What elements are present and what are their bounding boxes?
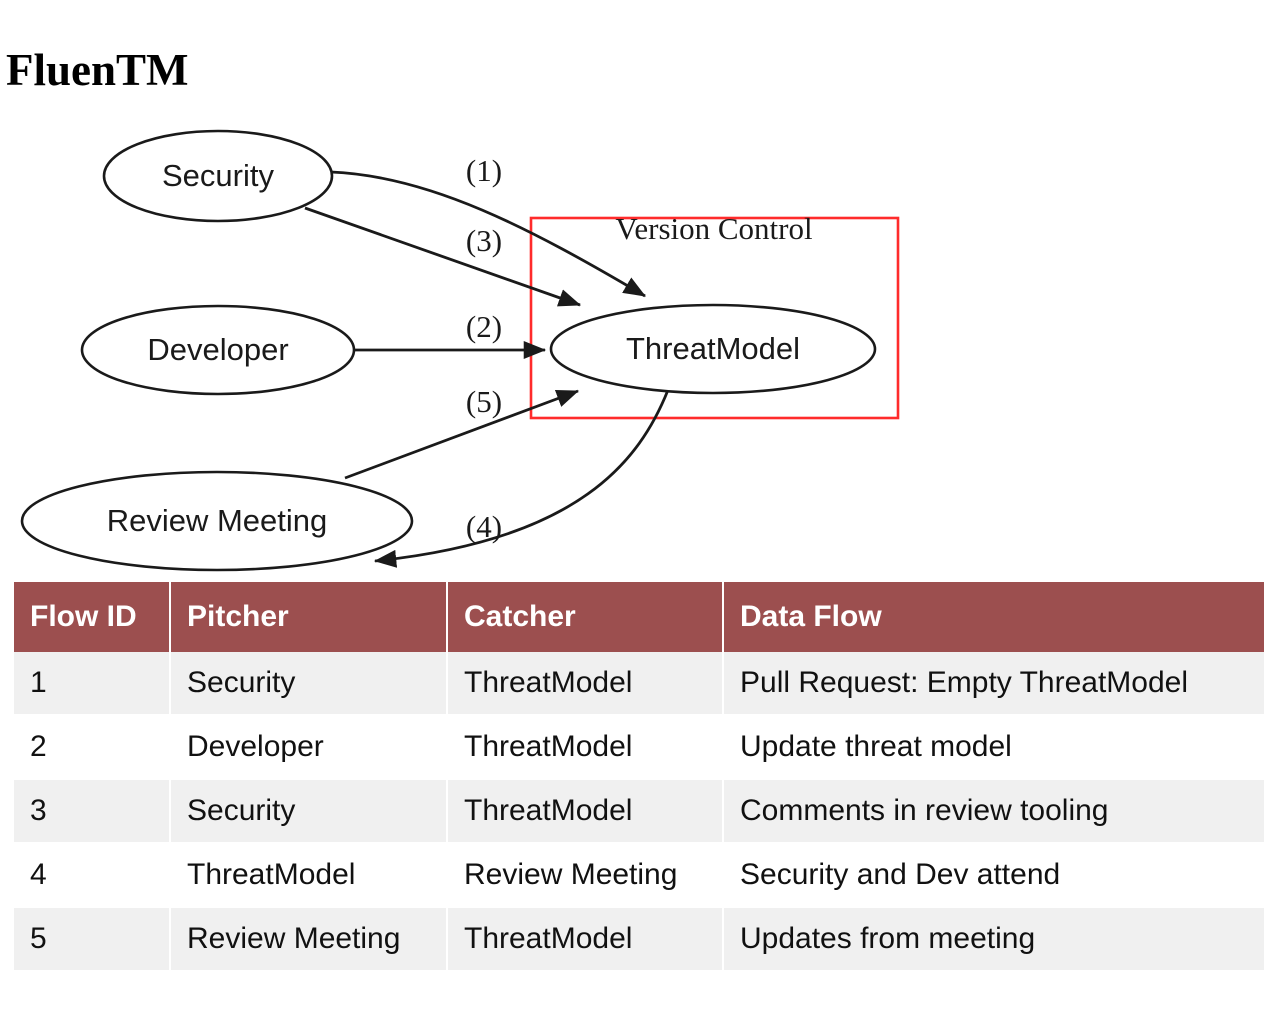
edge-5: (5) [344, 384, 580, 480]
trust-boundary-label: Version Control [615, 211, 812, 246]
edge-4-label: (4) [466, 509, 502, 544]
node-review-meeting: Review Meeting [20, 470, 414, 572]
table-body: 1 Security ThreatModel Pull Request: Empty … [14, 652, 1264, 972]
threat-model-diagram: Version Control (1) (3) (2) (5) (4) Secu… [0, 100, 1278, 582]
edge-3-label: (3) [466, 223, 502, 258]
column-header-data-flow[interactable]: Data Flow [723, 582, 1264, 652]
edge-4: (4) [373, 389, 670, 568]
node-security-label: Security [162, 158, 274, 193]
cell-pitcher: Review Meeting [170, 907, 448, 972]
column-header-catcher[interactable]: Catcher [447, 582, 724, 652]
table-row[interactable]: 3 Security ThreatModel Comments in review t… [14, 779, 1264, 844]
node-review-meeting-label: Review Meeting [107, 503, 328, 538]
page-title: FluenTM [6, 45, 189, 96]
cell-catcher: Review Meeting [447, 843, 724, 908]
table-row[interactable]: 1 Security ThreatModel Pull Request: Empty … [14, 652, 1264, 716]
cell-catcher: ThreatModel [447, 652, 724, 716]
cell-flow-id: 2 [14, 715, 171, 780]
cell-catcher: ThreatModel [447, 779, 724, 844]
table-header-row: Flow ID Pitcher Catcher Data Flow [14, 582, 1264, 652]
cell-pitcher: Security [170, 779, 448, 844]
data-flow-table: Flow ID Pitcher Catcher Data Flow 1 Secur… [14, 582, 1264, 972]
cell-data-flow: Updates from meeting [723, 907, 1264, 972]
cell-flow-id: 3 [14, 779, 171, 844]
column-header-flow-id[interactable]: Flow ID [14, 582, 171, 652]
edge-3-path [304, 206, 582, 307]
table-row[interactable]: 5 Review Meeting ThreatModel Updates from m… [14, 907, 1264, 972]
edge-4-path [373, 389, 670, 568]
cell-catcher: ThreatModel [447, 907, 724, 972]
table-row[interactable]: 4 ThreatModel Review Meeting Security and D… [14, 843, 1264, 908]
cell-flow-id: 5 [14, 907, 171, 972]
table-row[interactable]: 2 Developer ThreatModel Update threat model [14, 715, 1264, 780]
cell-pitcher: Security [170, 652, 448, 716]
cell-flow-id: 1 [14, 652, 171, 716]
table-header: Flow ID Pitcher Catcher Data Flow [14, 582, 1264, 652]
cell-catcher: ThreatModel [447, 715, 724, 780]
edge-1-label: (1) [466, 153, 502, 188]
edge-2: (2) [355, 309, 547, 359]
cell-pitcher: ThreatModel [170, 843, 448, 908]
flow-diagram-svg: Version Control (1) (3) (2) (5) (4) Secu… [20, 129, 900, 572]
node-security: Security [102, 129, 334, 223]
column-header-pitcher[interactable]: Pitcher [170, 582, 448, 652]
cell-data-flow: Security and Dev attend [723, 843, 1264, 908]
cell-data-flow: Update threat model [723, 715, 1264, 780]
node-threatmodel: ThreatModel [549, 303, 877, 395]
cell-data-flow: Pull Request: Empty ThreatModel [723, 652, 1264, 716]
cell-flow-id: 4 [14, 843, 171, 908]
node-developer: Developer [80, 304, 356, 396]
edge-2-label: (2) [466, 309, 502, 344]
node-threatmodel-label: ThreatModel [626, 331, 800, 366]
cell-data-flow: Comments in review tooling [723, 779, 1264, 844]
node-developer-label: Developer [147, 332, 288, 367]
edge-5-label: (5) [466, 384, 502, 419]
edge-3: (3) [304, 206, 582, 307]
edge-5-path [344, 389, 580, 480]
cell-pitcher: Developer [170, 715, 448, 780]
